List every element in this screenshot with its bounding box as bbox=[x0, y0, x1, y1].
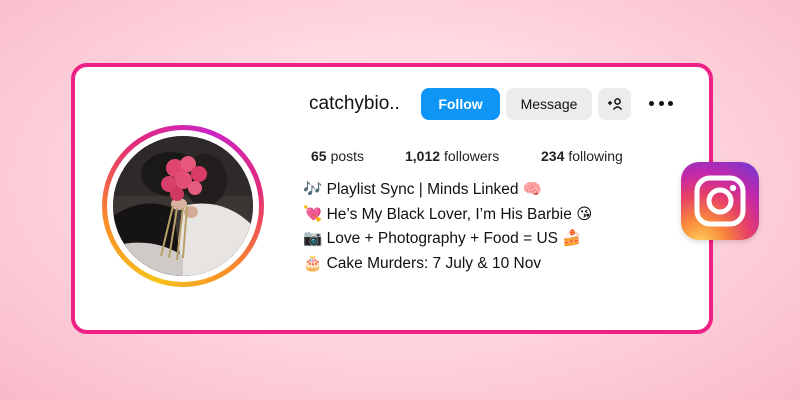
bio-line: 🎶 Playlist Sync | Minds Linked 🧠 bbox=[303, 181, 543, 198]
followers-count: 1,012 bbox=[405, 148, 441, 164]
message-button[interactable]: Message bbox=[506, 88, 592, 120]
add-user-button[interactable] bbox=[598, 88, 631, 120]
instagram-logo-icon bbox=[681, 162, 759, 240]
posts-count: 65 bbox=[311, 148, 327, 164]
avatar[interactable] bbox=[113, 136, 253, 276]
bio-line: 🎂 Cake Murders: 7 July & 10 Nov bbox=[303, 254, 542, 272]
more-options-icon[interactable] bbox=[649, 93, 673, 113]
username: catchybio.. bbox=[309, 93, 400, 114]
followers-stat[interactable]: 1,012 followers bbox=[405, 148, 499, 164]
following-label: following bbox=[568, 148, 623, 164]
story-ring[interactable] bbox=[102, 125, 264, 287]
avatar-photo bbox=[113, 136, 253, 276]
bio-line: 💘 He’s My Black Lover, I’m His Barbie 😘 bbox=[303, 205, 593, 223]
followers-label: followers bbox=[444, 148, 500, 164]
add-user-icon bbox=[607, 98, 622, 110]
follow-button[interactable]: Follow bbox=[421, 88, 500, 120]
following-count: 234 bbox=[541, 148, 565, 164]
posts-stat[interactable]: 65 posts bbox=[311, 148, 364, 164]
bio-line: 📷 Love + Photography + Food = US 🍰 bbox=[303, 230, 582, 247]
profile-card: catchybio.. Follow Message 65 posts 1,012… bbox=[71, 63, 713, 334]
posts-label: posts bbox=[330, 148, 365, 164]
following-stat[interactable]: 234 following bbox=[541, 148, 623, 164]
bio: 🎶 Playlist Sync | Minds Linked 🧠 💘 He’s … bbox=[303, 178, 592, 276]
